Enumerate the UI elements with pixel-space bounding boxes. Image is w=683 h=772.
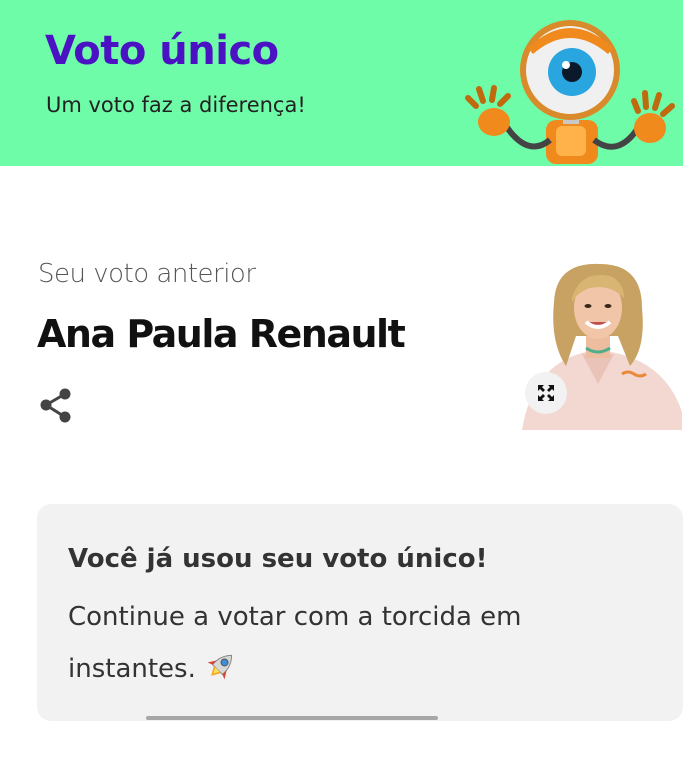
vote-used-title: Você já usou seu voto único!: [68, 544, 488, 574]
header-banner: Voto único Um voto faz a diferença!: [0, 0, 683, 166]
scroll-indicator: [146, 716, 438, 720]
page-title: Voto único: [45, 28, 279, 74]
previous-vote-label: Seu voto anterior: [38, 259, 256, 289]
vote-used-card: Você já usou seu voto único! Continue a …: [37, 504, 683, 721]
candidate-name: Ana Paula Renault: [37, 312, 406, 356]
expand-photo-button[interactable]: [525, 372, 567, 414]
vote-used-message-text: Continue a votar com a torcida em instan…: [68, 602, 522, 684]
expand-icon: [538, 385, 554, 401]
big-brother-eye-mascot-icon: [465, 20, 675, 164]
rocket-icon: [207, 654, 233, 680]
share-button[interactable]: [38, 386, 74, 426]
vote-used-message: Continue a votar com a torcida em instan…: [68, 591, 628, 695]
share-icon: [40, 388, 71, 423]
page-subtitle: Um voto faz a diferença!: [46, 93, 306, 117]
